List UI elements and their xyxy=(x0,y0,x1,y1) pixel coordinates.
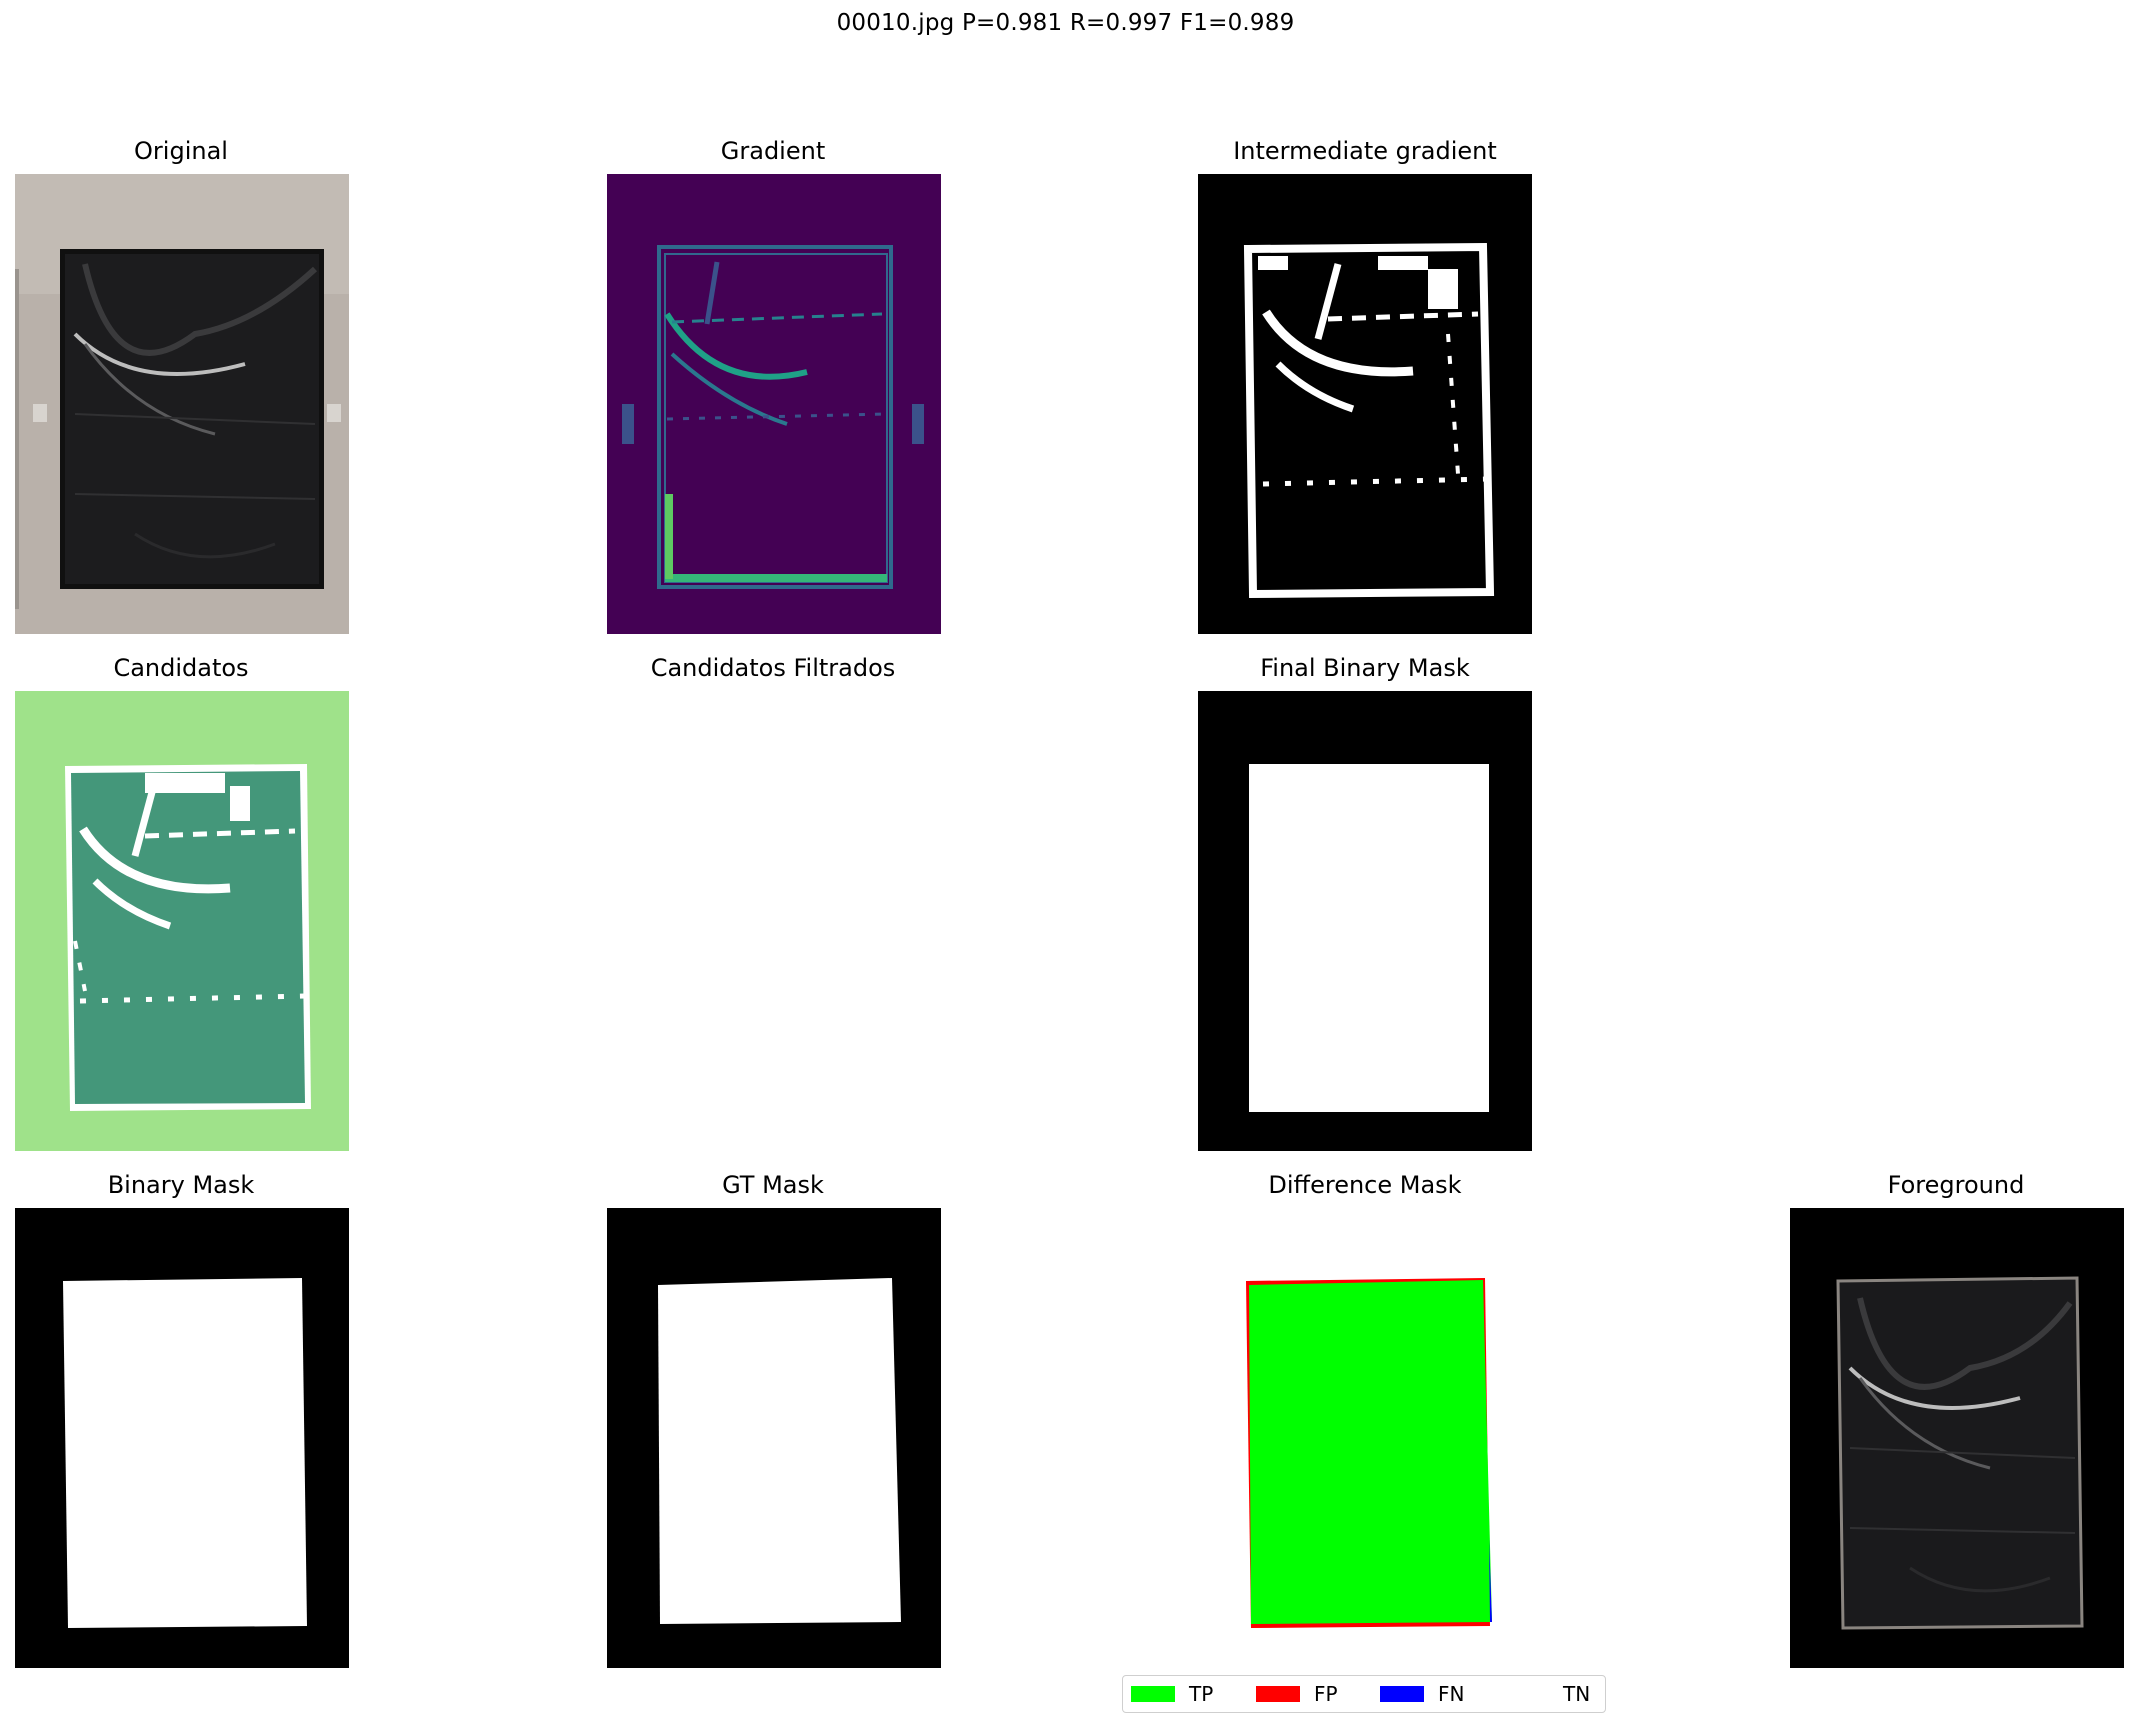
panel-title-gt-mask: GT Mask xyxy=(722,1171,824,1199)
panel-title-gradient: Gradient xyxy=(720,137,826,165)
panel-title-binary-mask: Binary Mask xyxy=(107,1171,255,1199)
candidatos-filtrados-image xyxy=(607,691,941,1151)
gradient-image xyxy=(607,174,941,634)
original-image xyxy=(15,174,349,634)
binary-mask-image xyxy=(15,1208,349,1668)
intermediate-gradient-image xyxy=(1198,174,1532,634)
panel-title-candidatos: Candidatos xyxy=(113,654,249,682)
panel-title-intermediate-gradient: Intermediate gradient xyxy=(1233,137,1497,165)
legend-item-fp: FP xyxy=(1256,1676,1338,1712)
legend-label-fn: FN xyxy=(1438,1682,1465,1706)
difference-mask-legend: TP FP FN TN xyxy=(1122,1675,1606,1713)
legend-item-tp: TP xyxy=(1131,1676,1213,1712)
legend-swatch-tn xyxy=(1505,1686,1549,1702)
foreground-image xyxy=(1790,1208,2124,1668)
figure-suptitle: 00010.jpg P=0.981 R=0.997 F1=0.989 xyxy=(836,10,1295,36)
legend-swatch-fn xyxy=(1380,1686,1424,1702)
difference-mask-image xyxy=(1198,1208,1532,1668)
legend-swatch-fp xyxy=(1256,1686,1300,1702)
legend-label-tp: TP xyxy=(1189,1682,1214,1706)
panel-title-candidatos-filtrados: Candidatos Filtrados xyxy=(650,654,896,682)
legend-item-fn: FN xyxy=(1380,1676,1464,1712)
candidatos-image xyxy=(15,691,349,1151)
gt-mask-image xyxy=(607,1208,941,1668)
legend-item-tn: TN xyxy=(1505,1676,1590,1712)
panel-title-final-binary-mask: Final Binary Mask xyxy=(1260,654,1470,682)
legend-label-tn: TN xyxy=(1563,1682,1591,1706)
panel-title-foreground: Foreground xyxy=(1887,1171,2025,1199)
legend-swatch-tp xyxy=(1131,1686,1175,1702)
legend-label-fp: FP xyxy=(1314,1682,1338,1706)
panel-title-difference-mask: Difference Mask xyxy=(1268,1171,1462,1199)
panel-title-original: Original xyxy=(134,137,228,165)
final-binary-mask-image xyxy=(1198,691,1532,1151)
